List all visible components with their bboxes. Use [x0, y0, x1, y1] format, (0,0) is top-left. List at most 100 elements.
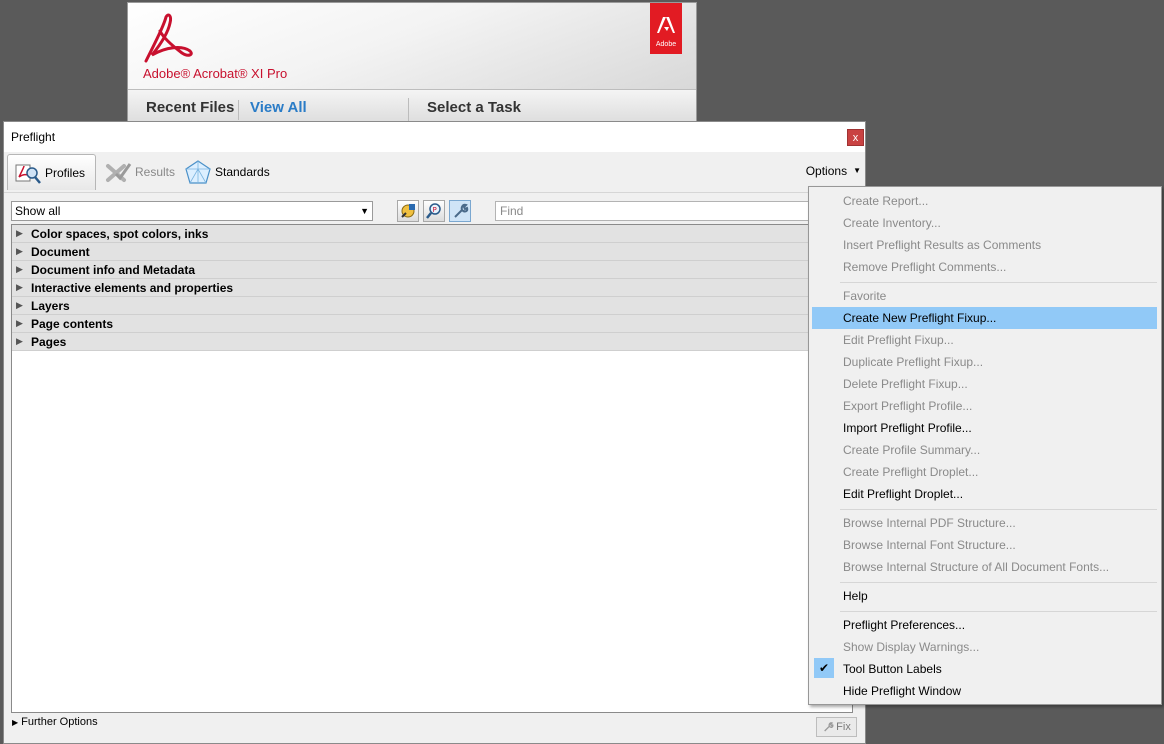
menu-item: Browse Internal Font Structure...: [812, 534, 1157, 556]
acrobat-logo-icon: [144, 13, 193, 63]
fix-label: Fix: [836, 721, 851, 733]
profile-category-list[interactable]: ▶ Color spaces, spot colors, inks ▶ Docume…: [11, 224, 853, 713]
dropdown-arrow-icon: ▼: [360, 206, 369, 216]
menu-item: Create Preflight Droplet...: [812, 461, 1157, 483]
menu-item[interactable]: ✔ Tool Button Labels: [812, 658, 1157, 680]
category-label: Pages: [31, 334, 67, 349]
menu-item[interactable]: Hide Preflight Window: [812, 680, 1157, 702]
menu-item-label: Browse Internal PDF Structure...: [843, 516, 1016, 530]
menu-item-label: Hide Preflight Window: [843, 684, 962, 698]
menu-item: Remove Preflight Comments...: [812, 256, 1157, 278]
options-label: Options: [805, 164, 848, 178]
wrench-icon: [454, 203, 469, 218]
menu-item[interactable]: Help: [812, 585, 1157, 607]
list-item[interactable]: ▶ Page contents: [12, 315, 852, 333]
filter-select[interactable]: Show all ▼: [11, 201, 373, 221]
results-icon: [106, 163, 132, 182]
list-item[interactable]: ▶ Document info and Metadata: [12, 261, 852, 279]
menu-item: Browse Internal PDF Structure...: [812, 512, 1157, 534]
menu-item-label: Browse Internal Structure of All Documen…: [843, 560, 1110, 574]
menu-item: Duplicate Preflight Fixup...: [812, 351, 1157, 373]
tab-bar: Profiles Results Standards Options ▼: [4, 152, 865, 192]
menu-item-label: Create New Preflight Fixup...: [843, 311, 997, 325]
close-button[interactable]: x: [847, 129, 864, 146]
menu-item: Insert Preflight Results as Comments: [812, 234, 1157, 256]
list-item[interactable]: ▶ Color spaces, spot colors, inks: [12, 225, 852, 243]
category-label: Document: [31, 244, 90, 259]
menu-item-label: Delete Preflight Fixup...: [843, 377, 968, 391]
close-icon: x: [852, 132, 859, 144]
adobe-badge: Adobe: [650, 3, 682, 54]
filter-select-value: Show all: [15, 204, 61, 218]
tab-profiles-label: Profiles: [45, 165, 86, 180]
menu-item-label: Create Inventory...: [843, 216, 941, 230]
title-bar: Preflight x: [4, 122, 865, 152]
menu-item-label: Insert Preflight Results as Comments: [843, 238, 1042, 252]
menu-separator: [840, 509, 1157, 510]
menu-item-label: Edit Preflight Droplet...: [843, 487, 964, 501]
fixups-button[interactable]: [449, 200, 471, 222]
category-label: Document info and Metadata: [31, 262, 196, 277]
list-item[interactable]: ▶ Interactive elements and properties: [12, 279, 852, 297]
adobe-logo-icon: [657, 17, 675, 33]
menu-item: Create Inventory...: [812, 212, 1157, 234]
options-menu-button[interactable]: Options ▼: [806, 164, 861, 178]
category-label: Page contents: [31, 316, 114, 331]
acrobat-welcome-window: Adobe® Acrobat® XI Pro Adobe Recent File…: [127, 2, 697, 128]
dropdown-arrow-icon: ▼: [853, 166, 861, 175]
menu-separator: [840, 582, 1157, 583]
tab-results[interactable]: Results: [98, 154, 181, 190]
expand-arrow-icon[interactable]: ▶: [16, 300, 31, 311]
find-input[interactable]: Find: [495, 201, 811, 221]
further-options-toggle[interactable]: ▶ Further Options: [12, 716, 98, 728]
standards-icon: [185, 160, 211, 184]
tab-profiles[interactable]: Profiles: [7, 154, 97, 190]
menu-item-label: Create Profile Summary...: [843, 443, 981, 457]
category-label: Interactive elements and properties: [31, 280, 234, 295]
checkmark-icon: ✔: [814, 658, 834, 678]
fix-button[interactable]: Fix: [816, 717, 857, 737]
category-label: Layers: [31, 298, 70, 313]
menu-item: Export Preflight Profile...: [812, 395, 1157, 417]
menu-item[interactable]: Create New Preflight Fixup...: [812, 307, 1157, 329]
search-icon: P: [426, 203, 441, 219]
menu-item: Favorite: [812, 285, 1157, 307]
expand-arrow-icon: ▶: [12, 718, 19, 727]
expand-arrow-icon[interactable]: ▶: [16, 318, 31, 329]
menu-item: Edit Preflight Fixup...: [812, 329, 1157, 351]
expand-arrow-icon[interactable]: ▶: [16, 246, 31, 257]
menu-item-label: Create Preflight Droplet...: [843, 465, 979, 479]
tab-standards-label: Standards: [215, 165, 270, 179]
menu-item: Create Report...: [812, 190, 1157, 212]
view-all-link[interactable]: View All: [250, 99, 307, 116]
divider: [238, 100, 239, 120]
expand-arrow-icon[interactable]: ▶: [16, 264, 31, 275]
menu-item-label: Duplicate Preflight Fixup...: [843, 355, 984, 369]
svg-text:P: P: [433, 206, 437, 214]
tab-results-label: Results: [135, 165, 176, 179]
menu-item-label: Remove Preflight Comments...: [843, 260, 1007, 274]
menu-item[interactable]: Edit Preflight Droplet...: [812, 483, 1157, 505]
list-item[interactable]: ▶ Layers: [12, 297, 852, 315]
menu-item: Browse Internal Structure of All Documen…: [812, 556, 1157, 578]
menu-item-label: Export Preflight Profile...: [843, 399, 973, 413]
menu-item: Delete Preflight Fixup...: [812, 373, 1157, 395]
select-task-heading: Select a Task: [427, 99, 521, 116]
filter-toolbar: Show all ▼ P Find: [4, 192, 865, 226]
tab-standards[interactable]: Standards: [184, 154, 270, 190]
menu-item-label: Favorite: [843, 289, 887, 303]
select-profile-button[interactable]: [397, 200, 419, 222]
find-placeholder: Find: [500, 204, 524, 218]
recent-files-heading: Recent Files: [146, 99, 235, 116]
profile-select-icon: [401, 204, 415, 218]
menu-item-label: Import Preflight Profile...: [843, 421, 972, 435]
expand-arrow-icon[interactable]: ▶: [16, 228, 31, 239]
expand-arrow-icon[interactable]: ▶: [16, 336, 31, 347]
wrench-icon: [824, 722, 834, 732]
list-item[interactable]: ▶ Document: [12, 243, 852, 261]
list-item[interactable]: ▶ Pages: [12, 333, 852, 351]
menu-item[interactable]: Preflight Preferences...: [812, 614, 1157, 636]
search-profile-button[interactable]: P: [423, 200, 445, 222]
menu-item[interactable]: Import Preflight Profile...: [812, 417, 1157, 439]
expand-arrow-icon[interactable]: ▶: [16, 282, 31, 293]
